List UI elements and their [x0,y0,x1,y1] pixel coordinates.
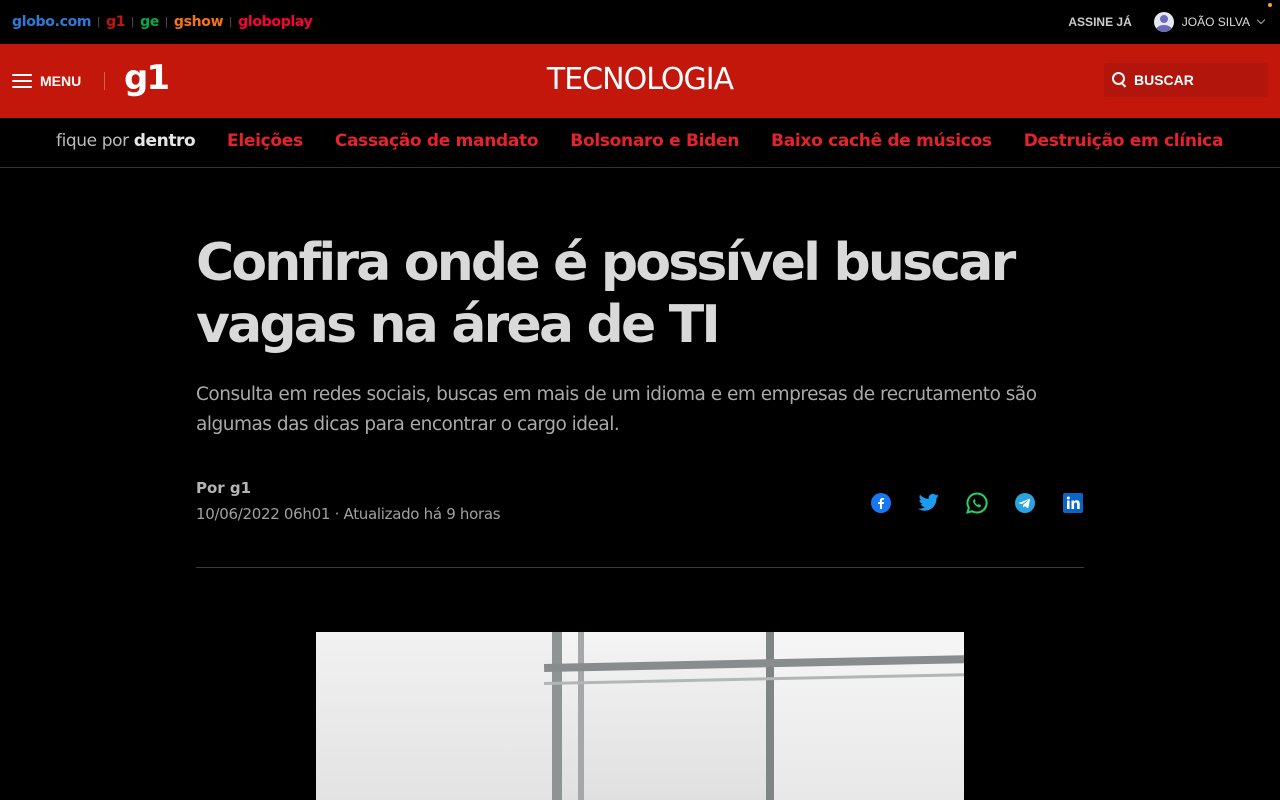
trending-links: Eleições Cassação de mandato Bolsonaro e… [227,131,1255,151]
globo-brand-links: globo.com | g1 | ge | gshow | globoplay [0,14,313,30]
globo-top-bar: globo.com | g1 | ge | gshow | globoplay … [0,0,1280,44]
trending-label-light: fique por [56,131,134,151]
trending-link-destruicao-clinica[interactable]: Destruição em clínica [1024,131,1224,151]
brand-link-g1[interactable]: g1 [106,14,125,30]
trending-link-eleicoes[interactable]: Eleições [227,131,303,151]
trending-link-bolsonaro-biden[interactable]: Bolsonaro e Biden [570,131,739,151]
article-byline: Por g1 10/06/2022 06h01 · Atualizado há … [196,479,501,523]
whatsapp-icon[interactable] [966,492,988,514]
avatar-icon [1153,12,1174,32]
article-hero-image[interactable] [316,632,964,800]
photo-wall [316,632,552,800]
brand-separator: | [165,16,168,28]
brand-link-globoplay[interactable]: globoplay [238,14,313,30]
telegram-icon[interactable] [1014,492,1036,514]
user-menu[interactable]: JOÃO SILVA [1153,12,1266,32]
chevron-down-icon [1256,15,1266,25]
photo-window-frame [766,632,774,800]
article-date: 10/06/2022 06h01 · Atualizado há 9 horas [196,505,501,523]
twitter-icon[interactable] [918,492,940,514]
trending-bar: fique por dentro Eleições Cassação de ma… [0,118,1280,168]
facebook-icon[interactable] [870,492,892,514]
photo-window-frame [552,632,562,800]
site-header: MENU g1 TECNOLOGIA BUSCAR [0,44,1280,118]
subscribe-link[interactable]: ASSINE JÁ [1068,15,1131,29]
notification-dot [1268,3,1272,7]
trending-link-baixo-cache[interactable]: Baixo cachê de músicos [771,131,992,151]
account-area: ASSINE JÁ JOÃO SILVA [1068,0,1266,44]
article-subtitle: Consulta em redes sociais, buscas em mai… [196,384,1037,435]
article-author: Por g1 [196,479,252,497]
linkedin-icon[interactable] [1062,492,1084,514]
brand-link-ge[interactable]: ge [140,14,159,30]
brand-separator: | [97,16,101,28]
photo-window-frame [578,632,584,800]
photo-window-pane [552,632,768,800]
search-label: BUSCAR [1134,72,1194,88]
search-icon [1112,72,1128,88]
trending-label-bold: dentro [133,131,196,151]
brand-separator: | [229,16,233,28]
brand-link-gshow[interactable]: gshow [174,14,224,30]
brand-separator: | [131,16,135,28]
search-button[interactable]: BUSCAR [1104,63,1268,97]
user-name: JOÃO SILVA [1181,15,1250,29]
article-divider [196,567,1084,568]
trending-label: fique por dentro [56,131,196,151]
trending-link-cassacao[interactable]: Cassação de mandato [335,131,539,151]
article-headline: Confira onde é possível buscar vagas na … [196,233,1016,355]
brand-link-globo[interactable]: globo.com [12,14,92,30]
share-buttons [870,492,1084,514]
section-title[interactable]: TECNOLOGIA [0,62,1280,97]
